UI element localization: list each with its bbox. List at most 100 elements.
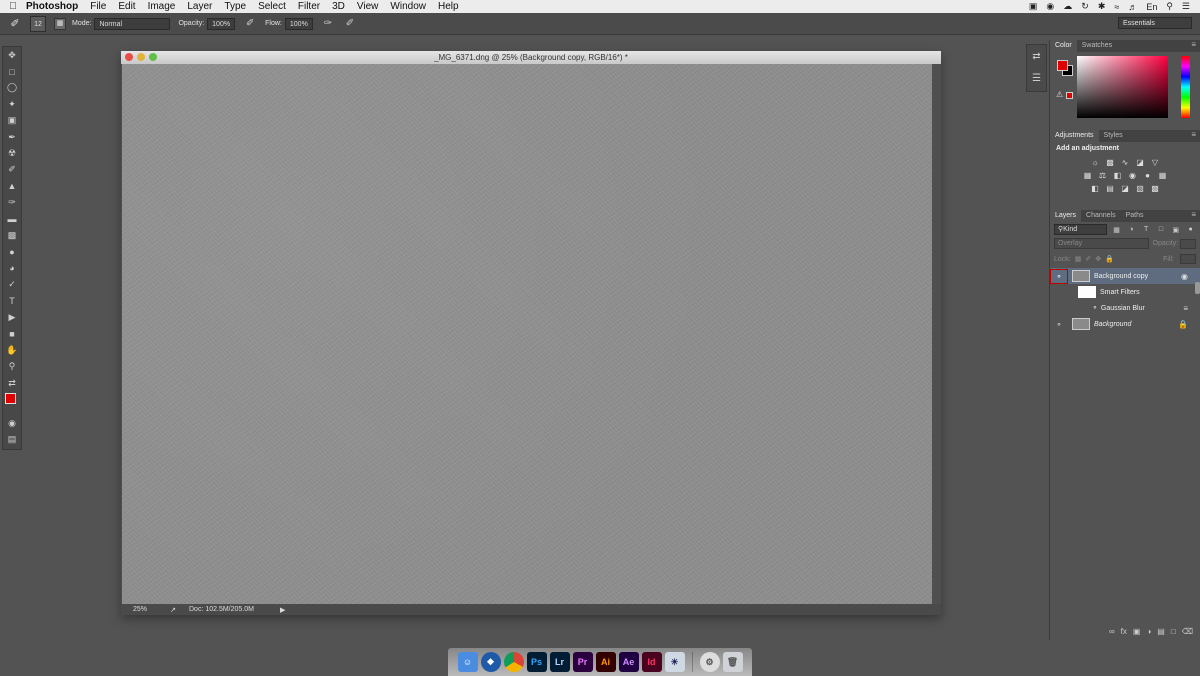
menu-app-name[interactable]: Photoshop xyxy=(26,1,78,12)
lock-all-icon[interactable]: 🔒 xyxy=(1105,255,1114,263)
pressure-opacity-icon[interactable]: ✐ xyxy=(243,18,257,29)
cloud-icon[interactable]: ☁ xyxy=(1063,1,1072,12)
gradient-map-icon[interactable]: ▧ xyxy=(1135,183,1146,194)
vibrance-icon[interactable]: ▽ xyxy=(1150,157,1161,168)
color-balance-icon[interactable]: ⚖ xyxy=(1097,170,1108,181)
levels-icon[interactable]: ▩ xyxy=(1105,157,1116,168)
layer-name[interactable]: Background copy xyxy=(1094,273,1148,280)
lasso-tool-icon[interactable]: ◯ xyxy=(3,80,21,96)
eraser-tool-icon[interactable]: ▬ xyxy=(3,211,21,227)
kind-filter-select[interactable]: ⚲Kind xyxy=(1054,224,1108,235)
eyedropper-tool-icon[interactable]: ✒ xyxy=(3,129,21,145)
dodge-tool-icon[interactable]: ◕ xyxy=(3,260,21,276)
status-menu-arrow-icon[interactable]: ▶ xyxy=(280,606,285,614)
tab-adjustments[interactable]: Adjustments xyxy=(1050,130,1099,142)
smart-filter-mask-thumbnail[interactable] xyxy=(1078,286,1096,298)
panel-menu-icon[interactable]: ≡ xyxy=(1191,40,1196,49)
add-mask-icon[interactable]: ▣ xyxy=(1133,627,1141,636)
color-field[interactable] xyxy=(1077,56,1168,118)
minimize-window-button[interactable] xyxy=(137,53,145,61)
menu-image[interactable]: Image xyxy=(148,1,176,12)
notification-icon[interactable]: ☰ xyxy=(1182,1,1190,12)
finder-icon[interactable]: ☺ xyxy=(457,652,478,672)
properties-panel-icon[interactable]: ☰ xyxy=(1027,67,1046,89)
menu-help[interactable]: Help xyxy=(438,1,459,12)
hue-saturation-icon[interactable]: ▦ xyxy=(1082,170,1093,181)
gradient-tool-icon[interactable]: ▩ xyxy=(3,227,21,243)
gamut-warning-icon[interactable]: ⚠ xyxy=(1056,90,1063,99)
history-brush-tool-icon[interactable]: ✑ xyxy=(3,195,21,211)
tab-channels[interactable]: Channels xyxy=(1081,210,1121,222)
quick-select-tool-icon[interactable]: ✦ xyxy=(3,96,21,112)
menu-filter[interactable]: Filter xyxy=(298,1,320,12)
color-panel-foreground-swatch[interactable] xyxy=(1057,60,1068,71)
blend-mode-select[interactable]: Overlay xyxy=(1054,238,1149,249)
lightroom-icon[interactable]: Lr xyxy=(549,652,570,672)
menu-3d[interactable]: 3D xyxy=(332,1,345,12)
screen-mode-icon[interactable]: ▤ xyxy=(3,432,21,448)
tab-paths[interactable]: Paths xyxy=(1121,210,1149,222)
hand-tool-icon[interactable]: ✋ xyxy=(3,342,21,358)
premiere-icon[interactable]: Pr xyxy=(572,652,593,672)
airbrush-icon[interactable]: ✑ xyxy=(321,18,335,29)
selective-color-icon[interactable]: ▩ xyxy=(1150,183,1161,194)
gamut-color-swatch[interactable] xyxy=(1066,92,1073,99)
black-white-icon[interactable]: ◧ xyxy=(1112,170,1123,181)
trash-icon[interactable]: 🗑 xyxy=(722,652,743,672)
layer-row-background-copy[interactable]: ⚬ Background copy ◉ xyxy=(1050,268,1200,284)
blur-tool-icon[interactable]: ● xyxy=(3,244,21,260)
layer-thumbnail[interactable] xyxy=(1072,318,1090,330)
indesign-icon[interactable]: Id xyxy=(641,652,662,672)
move-tool-icon[interactable]: ✥ xyxy=(3,47,21,63)
tab-swatches[interactable]: Swatches xyxy=(1077,40,1117,52)
menu-edit[interactable]: Edit xyxy=(118,1,135,12)
color-lookup-icon[interactable]: ▦ xyxy=(1157,170,1168,181)
tab-layers[interactable]: Layers xyxy=(1050,210,1082,222)
marquee-tool-icon[interactable]: □ xyxy=(3,63,21,79)
safari-icon[interactable]: ❖ xyxy=(480,652,501,672)
invert-icon[interactable]: ◧ xyxy=(1090,183,1101,194)
layer-opacity-input[interactable] xyxy=(1180,238,1196,249)
smart-filter-indicator-icon[interactable]: ◉ xyxy=(1181,272,1188,281)
rectangle-tool-icon[interactable]: ■ xyxy=(3,326,21,342)
menu-select[interactable]: Select xyxy=(258,1,286,12)
type-tool-icon[interactable]: T xyxy=(3,293,21,309)
menu-type[interactable]: Type xyxy=(224,1,246,12)
workspace-select[interactable]: Essentials xyxy=(1118,17,1192,29)
quick-mask-icon[interactable]: ◉ xyxy=(3,415,21,431)
tab-color[interactable]: Color xyxy=(1050,40,1077,52)
new-layer-icon[interactable]: □ xyxy=(1171,627,1176,636)
apple-icon[interactable]:  xyxy=(0,1,26,12)
lock-transparent-icon[interactable]: ▦ xyxy=(1075,255,1082,263)
layer-row-background[interactable]: ⚬ Background 🔒 xyxy=(1050,316,1200,332)
smart-object-filter-icon[interactable]: ▣ xyxy=(1170,226,1181,234)
record-icon[interactable]: ◉ xyxy=(1046,1,1054,12)
volume-icon[interactable]: ♬ xyxy=(1128,2,1137,12)
spotlight-icon[interactable]: ⚲ xyxy=(1166,1,1173,12)
pressure-size-icon[interactable]: ✐ xyxy=(343,18,357,29)
mode-select[interactable]: Normal xyxy=(94,17,171,30)
hue-slider[interactable] xyxy=(1181,56,1190,118)
healing-brush-tool-icon[interactable]: ☢ xyxy=(3,145,21,161)
gaussian-blur-row[interactable]: ⚬ Gaussian Blur ≡ xyxy=(1050,300,1200,316)
channel-mixer-icon[interactable]: ● xyxy=(1142,170,1153,181)
sync-icon[interactable]: ↻ xyxy=(1081,1,1089,12)
illustrator-icon[interactable]: Ai xyxy=(595,652,616,672)
bluetooth-icon[interactable]: ✱ xyxy=(1098,1,1106,12)
posterize-icon[interactable]: ▤ xyxy=(1105,183,1116,194)
chrome-icon[interactable] xyxy=(503,652,524,672)
iphoto-icon[interactable]: ☀ xyxy=(664,652,685,672)
exposure-icon[interactable]: ◪ xyxy=(1135,157,1146,168)
delete-layer-icon[interactable]: ⌫ xyxy=(1182,627,1193,636)
tab-styles[interactable]: Styles xyxy=(1099,130,1128,142)
camera-icon[interactable]: ▣ xyxy=(1029,1,1038,12)
link-layers-icon[interactable]: ∞ xyxy=(1109,627,1115,636)
history-panel-icon[interactable]: ⇄ xyxy=(1027,45,1046,67)
lock-position-icon[interactable]: ✥ xyxy=(1095,255,1101,263)
flow-input[interactable]: 100% xyxy=(284,17,313,30)
layer-name[interactable]: Background xyxy=(1094,321,1131,328)
new-group-icon[interactable]: ▤ xyxy=(1157,627,1165,636)
shape-filter-icon[interactable]: □ xyxy=(1156,226,1167,233)
brush-panel-toggle-icon[interactable]: ▦ xyxy=(54,17,66,30)
blending-options-icon[interactable]: ≡ xyxy=(1183,304,1188,313)
